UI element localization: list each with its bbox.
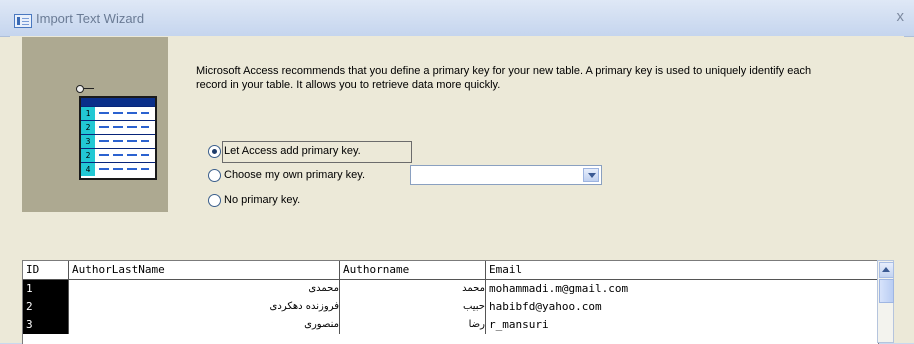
vertical-scrollbar[interactable]	[877, 260, 894, 343]
email-cell: habibfd@yahoo.com	[489, 300, 602, 313]
wizard-illustration: 1 2 3 2 4	[22, 37, 168, 212]
table-row[interactable]: 3 منصوری رضا r_mansuri	[23, 316, 878, 334]
mini-row-number: 2	[81, 149, 95, 162]
title-bar: Import Text Wizard x	[0, 0, 914, 37]
mini-table-graphic: 1 2 3 2 4	[79, 96, 157, 180]
radio-icon[interactable]	[208, 168, 221, 182]
option-label: Choose my own primary key.	[224, 169, 366, 181]
option-let-access-add-key[interactable]: Let Access add primary key.	[208, 142, 361, 160]
key-field-select[interactable]	[410, 165, 602, 185]
mini-row-number: 4	[81, 163, 95, 176]
close-icon[interactable]: x	[897, 8, 905, 25]
import-text-wizard-window: Import Text Wizard x 1 2 3 2 4 Microsoft…	[0, 0, 914, 344]
option-label: Let Access add primary key.	[224, 145, 361, 157]
table-window-icon	[14, 14, 32, 28]
option-no-primary-key[interactable]: No primary key.	[208, 191, 300, 209]
grid-header: ID AuthorLastName Authorname Email	[23, 261, 878, 280]
chevron-down-icon[interactable]	[583, 168, 599, 182]
window-title: Import Text Wizard	[36, 11, 145, 26]
column-header-authorname: Authorname	[340, 261, 486, 279]
row-id: 2	[23, 298, 69, 316]
radio-selected-icon[interactable]	[208, 144, 221, 158]
author-name-cell: حبیب	[340, 298, 486, 316]
author-name-cell: محمد	[340, 280, 486, 298]
option-label: No primary key.	[224, 194, 301, 206]
option-choose-own-key[interactable]: Choose my own primary key.	[208, 166, 365, 184]
column-header-email: Email	[489, 263, 523, 276]
author-last-name-cell: محمدی	[69, 280, 340, 298]
scrollbar-thumb[interactable]	[879, 279, 894, 303]
primary-key-icon	[76, 84, 94, 93]
row-id: 1	[23, 280, 69, 298]
email-cell: r_mansuri	[489, 318, 549, 331]
author-last-name-cell: منصوری	[69, 316, 340, 334]
mini-row-number: 1	[81, 107, 95, 120]
radio-icon[interactable]	[208, 193, 221, 207]
table-row[interactable]: 1 محمدی محمد mohammadi.m@gmail.com	[23, 280, 878, 298]
row-id: 3	[23, 316, 69, 334]
column-header-authorlastname: AuthorLastName	[69, 261, 340, 279]
author-last-name-cell: فروزنده دهکردی	[69, 298, 340, 316]
mini-row-number: 3	[81, 135, 95, 148]
column-header-id: ID	[23, 261, 69, 279]
mini-row-number: 2	[81, 121, 95, 134]
data-preview-grid[interactable]: ID AuthorLastName Authorname Email 1 محم…	[22, 260, 879, 344]
email-cell: mohammadi.m@gmail.com	[489, 282, 629, 295]
author-name-cell: رضا	[340, 316, 486, 334]
table-row[interactable]: 2 فروزنده دهکردی حبیب habibfd@yahoo.com	[23, 298, 878, 316]
scroll-up-icon[interactable]	[879, 262, 894, 278]
recommendation-text: Microsoft Access recommends that you def…	[196, 65, 812, 91]
